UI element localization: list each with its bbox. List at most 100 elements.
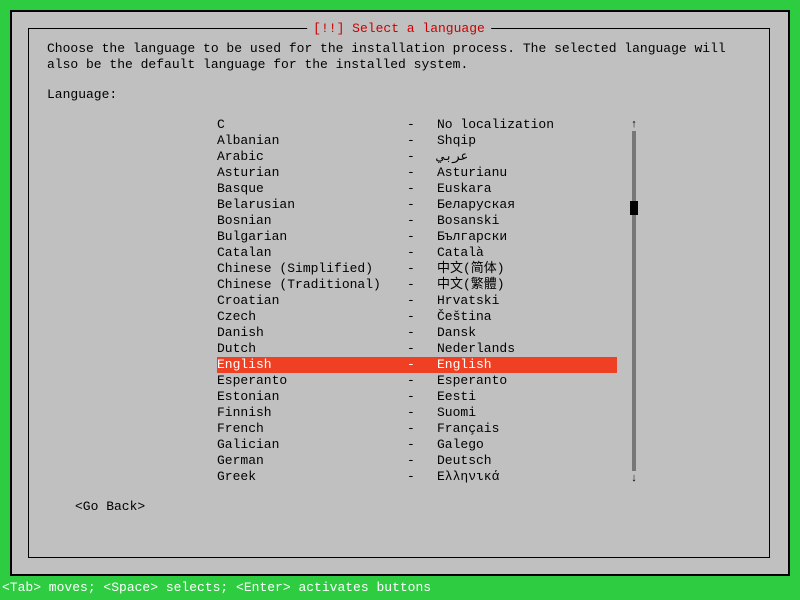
separator: - bbox=[407, 261, 437, 277]
language-option[interactable]: Galician- Galego bbox=[217, 437, 617, 453]
scroll-down-arrow[interactable]: ↓ bbox=[629, 471, 639, 485]
separator: - bbox=[407, 197, 437, 213]
separator: - bbox=[407, 277, 437, 293]
language-native: Suomi bbox=[437, 405, 617, 421]
language-name: Basque bbox=[217, 181, 407, 197]
language-native: Беларуская bbox=[437, 197, 617, 213]
language-native: Čeština bbox=[437, 309, 617, 325]
language-option[interactable]: Esperanto- Esperanto bbox=[217, 373, 617, 389]
language-name: Bulgarian bbox=[217, 229, 407, 245]
scroll-thumb[interactable] bbox=[630, 201, 638, 215]
language-name: Czech bbox=[217, 309, 407, 325]
language-native: Asturianu bbox=[437, 165, 617, 181]
dialog-content: Choose the language to be used for the i… bbox=[29, 29, 769, 523]
separator: - bbox=[407, 293, 437, 309]
instruction-text: Choose the language to be used for the i… bbox=[47, 41, 751, 73]
language-name: Chinese (Simplified) bbox=[217, 261, 407, 277]
language-option[interactable]: Chinese (Traditional)- 中文(繁體) bbox=[217, 277, 617, 293]
scroll-up-arrow[interactable]: ↑ bbox=[629, 117, 639, 131]
language-name: Croatian bbox=[217, 293, 407, 309]
language-option[interactable]: Finnish- Suomi bbox=[217, 405, 617, 421]
language-native: Galego bbox=[437, 437, 617, 453]
language-name: Catalan bbox=[217, 245, 407, 261]
language-option[interactable]: German- Deutsch bbox=[217, 453, 617, 469]
language-native: No localization bbox=[437, 117, 617, 133]
language-option[interactable]: Greek- Ελληνικά bbox=[217, 469, 617, 485]
separator: - bbox=[407, 341, 437, 357]
language-name: Danish bbox=[217, 325, 407, 341]
language-option[interactable]: Chinese (Simplified)- 中文(简体) bbox=[217, 261, 617, 277]
language-option[interactable]: Albanian- Shqip bbox=[217, 133, 617, 149]
language-name: Belarusian bbox=[217, 197, 407, 213]
language-label: Language: bbox=[47, 87, 751, 103]
language-option[interactable]: Arabic- عربي bbox=[217, 149, 617, 165]
separator: - bbox=[407, 117, 437, 133]
language-native: Français bbox=[437, 421, 617, 437]
language-option[interactable]: Belarusian- Беларуская bbox=[217, 197, 617, 213]
separator: - bbox=[407, 181, 437, 197]
dialog-title: [!!] Select a language bbox=[307, 21, 491, 37]
separator: - bbox=[407, 213, 437, 229]
separator: - bbox=[407, 245, 437, 261]
language-name: Asturian bbox=[217, 165, 407, 181]
language-name: Bosnian bbox=[217, 213, 407, 229]
language-native: Esperanto bbox=[437, 373, 617, 389]
separator: - bbox=[407, 309, 437, 325]
go-back-button[interactable]: <Go Back> bbox=[75, 499, 145, 515]
language-name: Esperanto bbox=[217, 373, 407, 389]
separator: - bbox=[407, 165, 437, 181]
language-option[interactable]: Basque- Euskara bbox=[217, 181, 617, 197]
footer-help-text: <Tab> moves; <Space> selects; <Enter> ac… bbox=[0, 580, 431, 596]
language-native: Hrvatski bbox=[437, 293, 617, 309]
language-option[interactable]: C- No localization bbox=[217, 117, 617, 133]
language-option[interactable]: Catalan- Català bbox=[217, 245, 617, 261]
language-native: Ελληνικά bbox=[437, 469, 617, 485]
separator: - bbox=[407, 405, 437, 421]
separator: - bbox=[407, 453, 437, 469]
separator: - bbox=[407, 133, 437, 149]
separator: - bbox=[407, 229, 437, 245]
language-list[interactable]: C- No localizationAlbanian- ShqipArabic-… bbox=[217, 117, 617, 485]
language-option[interactable]: English- English bbox=[217, 357, 617, 373]
language-option[interactable]: Danish- Dansk bbox=[217, 325, 617, 341]
separator: - bbox=[407, 437, 437, 453]
language-option[interactable]: Croatian- Hrvatski bbox=[217, 293, 617, 309]
language-name: Arabic bbox=[217, 149, 407, 165]
separator: - bbox=[407, 325, 437, 341]
language-option[interactable]: Dutch- Nederlands bbox=[217, 341, 617, 357]
language-option[interactable]: Czech- Čeština bbox=[217, 309, 617, 325]
separator: - bbox=[407, 357, 437, 373]
language-native: Eesti bbox=[437, 389, 617, 405]
language-native: Bosanski bbox=[437, 213, 617, 229]
language-option[interactable]: Estonian- Eesti bbox=[217, 389, 617, 405]
language-native: 中文(繁體) bbox=[437, 277, 617, 293]
language-name: Estonian bbox=[217, 389, 407, 405]
language-name: Albanian bbox=[217, 133, 407, 149]
language-native: Български bbox=[437, 229, 617, 245]
scrollbar[interactable]: ↑ ↓ bbox=[629, 117, 639, 485]
installer-screen: [!!] Select a language Choose the langua… bbox=[10, 10, 790, 576]
language-name: Chinese (Traditional) bbox=[217, 277, 407, 293]
separator: - bbox=[407, 421, 437, 437]
language-option[interactable]: Bulgarian- Български bbox=[217, 229, 617, 245]
language-name: Dutch bbox=[217, 341, 407, 357]
language-name: Finnish bbox=[217, 405, 407, 421]
language-native: Euskara bbox=[437, 181, 617, 197]
separator: - bbox=[407, 469, 437, 485]
language-name: Galician bbox=[217, 437, 407, 453]
language-native: Shqip bbox=[437, 133, 617, 149]
language-native: 中文(简体) bbox=[437, 261, 617, 277]
language-native: Dansk bbox=[437, 325, 617, 341]
scroll-track[interactable] bbox=[632, 131, 636, 471]
language-native: Deutsch bbox=[437, 453, 617, 469]
language-name: Greek bbox=[217, 469, 407, 485]
language-option[interactable]: Asturian- Asturianu bbox=[217, 165, 617, 181]
language-native: English bbox=[437, 357, 617, 373]
separator: - bbox=[407, 373, 437, 389]
language-name: French bbox=[217, 421, 407, 437]
language-name: C bbox=[217, 117, 407, 133]
language-option[interactable]: French- Français bbox=[217, 421, 617, 437]
separator: - bbox=[407, 149, 437, 165]
language-option[interactable]: Bosnian- Bosanski bbox=[217, 213, 617, 229]
language-native: عربي bbox=[437, 149, 617, 165]
